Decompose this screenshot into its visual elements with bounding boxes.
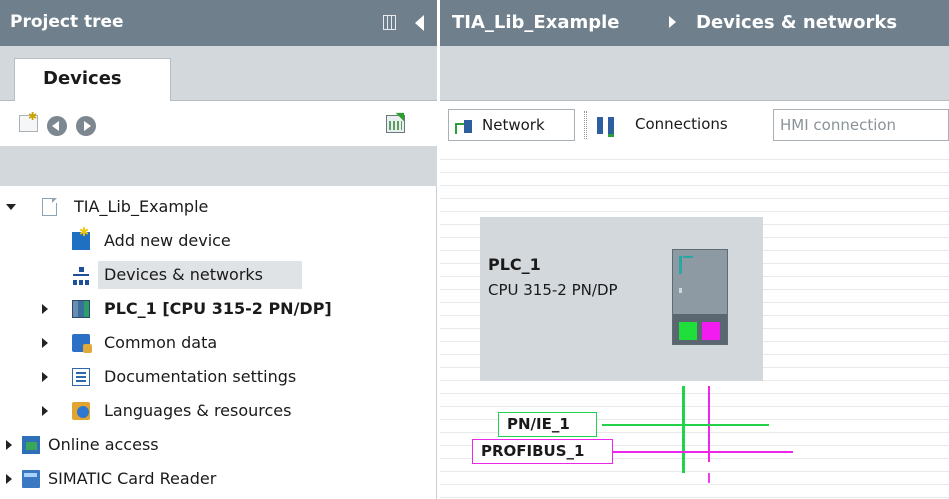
project-tree-tabbar: Devices — [0, 46, 437, 102]
project-tree-title: Project tree — [10, 12, 124, 32]
connections-icon — [597, 117, 617, 137]
project-tree-titlebar: Project tree — [0, 0, 437, 46]
tab-devices-label: Devices — [43, 68, 122, 89]
tree-item-label: Online access — [48, 435, 159, 454]
languages-icon — [72, 402, 90, 420]
forward-icon[interactable] — [76, 116, 96, 136]
connection-type-value: HMI connection — [780, 116, 897, 134]
new-folder-icon[interactable] — [19, 110, 38, 132]
project-tree-toolbar — [0, 101, 437, 146]
tree-item-label: Add new device — [104, 231, 231, 250]
tree-item-plc-1[interactable]: PLC_1 [CPU 315-2 PN/DP] — [0, 292, 437, 326]
profibus-subnet-line[interactable] — [612, 451, 793, 453]
project-tree-header-strip — [0, 146, 437, 186]
tree-item-label: Common data — [104, 333, 218, 352]
tree-item-label: Documentation settings — [104, 367, 297, 386]
plc-icon — [72, 300, 90, 318]
editor-tab-strip — [440, 46, 949, 101]
plc-station[interactable]: PLC_1 CPU 315-2 PN/DP — [480, 217, 763, 381]
project-icon — [42, 198, 57, 216]
add-device-icon — [72, 225, 90, 250]
subnet-label-profibus[interactable]: PROFIBUS_1 — [472, 439, 613, 464]
profinet-subnet-line[interactable] — [602, 424, 769, 426]
profibus-port[interactable] — [702, 322, 720, 340]
network-canvas[interactable]: PLC_1 CPU 315-2 PN/DP PN/IE_1 PROFIBUS_1 — [440, 147, 949, 499]
network-button[interactable]: Network — [448, 109, 575, 141]
module-led-stripe — [679, 256, 682, 274]
tree-item-add-new-device[interactable]: Add new device — [0, 224, 437, 258]
tree-item-label: PLC_1 [CPU 315-2 PN/DP] — [104, 299, 332, 318]
expand-arrow-icon[interactable] — [42, 304, 48, 314]
breadcrumb-devices-networks[interactable]: Devices & networks — [696, 12, 897, 33]
show-overview-icon[interactable] — [386, 115, 405, 133]
tree-item-languages-resources[interactable]: Languages & resources — [0, 394, 437, 428]
expand-arrow-icon[interactable] — [42, 406, 48, 416]
expand-arrow-icon[interactable] — [6, 474, 12, 484]
network-button-label: Network — [482, 116, 545, 134]
toolbar-divider — [584, 111, 587, 139]
tree-item-devices-networks[interactable]: Devices & networks — [0, 258, 437, 292]
documentation-icon — [72, 368, 90, 386]
devices-networks-editor: TIA_Lib_Example Devices & networks Netwo… — [440, 0, 949, 499]
plc-station-type: CPU 315-2 PN/DP — [488, 281, 618, 299]
tree-item-documentation-settings[interactable]: Documentation settings — [0, 360, 437, 394]
pin-icon[interactable] — [383, 15, 396, 30]
connections-button-label: Connections — [635, 115, 728, 133]
back-icon[interactable] — [47, 116, 67, 136]
connection-type-select[interactable]: HMI connection — [773, 109, 949, 141]
tree-item-online-access[interactable]: Online access — [0, 428, 437, 462]
tree-item-label: SIMATIC Card Reader — [48, 469, 217, 488]
profinet-drop-line[interactable] — [682, 386, 685, 473]
profibus-drop-line-tail — [708, 473, 710, 483]
module-led-stripe — [683, 256, 693, 258]
expand-arrow-icon[interactable] — [6, 440, 12, 450]
editor-breadcrumb: TIA_Lib_Example Devices & networks — [440, 0, 949, 46]
subnet-name: PROFIBUS_1 — [481, 442, 585, 460]
collapse-panel-icon[interactable] — [415, 15, 424, 31]
tree-item-label: TIA_Lib_Example — [74, 197, 209, 216]
card-reader-icon — [22, 470, 40, 488]
module-indicator — [679, 288, 682, 293]
tab-devices[interactable]: Devices — [14, 58, 171, 102]
network-icon — [72, 266, 90, 285]
network-mode-icon — [455, 118, 475, 134]
connections-button[interactable]: Connections — [593, 109, 763, 141]
tree-item-common-data[interactable]: Common data — [0, 326, 437, 360]
tree-item-label: Languages & resources — [104, 401, 292, 420]
cpu-module-icon[interactable] — [672, 249, 728, 345]
tree-item-simatic-card-reader[interactable]: SIMATIC Card Reader — [0, 462, 437, 496]
profinet-port[interactable] — [679, 322, 697, 340]
tree-item-project[interactable]: TIA_Lib_Example — [0, 190, 437, 224]
subnet-label-pnie[interactable]: PN/IE_1 — [498, 412, 597, 437]
breadcrumb-separator-icon — [669, 16, 676, 28]
project-tree-panel: Project tree Devices TIA_Lib_Example Add… — [0, 0, 437, 499]
collapse-arrow-icon[interactable] — [6, 204, 16, 210]
online-access-icon — [22, 436, 40, 454]
tree-item-label: Devices & networks — [104, 265, 264, 284]
common-data-icon — [72, 334, 92, 353]
expand-arrow-icon[interactable] — [42, 338, 48, 348]
breadcrumb-project[interactable]: TIA_Lib_Example — [452, 12, 620, 33]
subnet-name: PN/IE_1 — [507, 415, 570, 433]
expand-arrow-icon[interactable] — [42, 372, 48, 382]
network-view-toolbar: Network Connections HMI connection — [440, 101, 949, 147]
plc-station-name[interactable]: PLC_1 — [488, 255, 541, 274]
